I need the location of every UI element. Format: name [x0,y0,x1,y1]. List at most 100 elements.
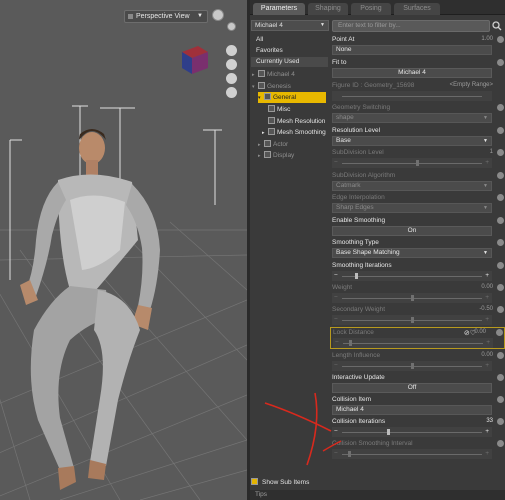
slider-track [342,276,482,277]
view-selector[interactable]: Perspective View ▼ [124,10,208,23]
slider-knob[interactable] [411,295,414,301]
collision-smoothing-interval-slider[interactable]: − + [332,449,492,459]
slider-track [342,163,482,164]
node-selector[interactable]: Michael 4 ▼ [251,20,329,31]
tree-node-actor[interactable]: ▸ Actor [258,139,288,150]
bottom-bar-label[interactable]: Tips [255,491,267,498]
gear-icon[interactable] [497,239,504,246]
lock-icon[interactable]: ⊘♡ [464,329,476,337]
prop-label: SubDivision Level [332,149,384,156]
gear-icon[interactable] [497,149,504,156]
viewport-menu-icon[interactable] [227,22,236,31]
slider-decrement[interactable]: − [335,338,339,348]
length-influence-slider[interactable]: − + [332,361,492,371]
orbit-icon[interactable] [226,45,237,56]
gear-icon[interactable] [497,306,504,313]
tab-surfaces[interactable]: Surfaces [394,3,440,15]
figure-id-slider[interactable] [332,91,492,101]
search-icon[interactable] [492,21,502,31]
slider-decrement[interactable]: − [334,449,338,459]
tree-node-display[interactable]: ▸ Display [258,150,294,161]
geometry-switching-select[interactable]: shape ▼ [332,113,492,123]
prop-value: 0.00 [481,352,493,358]
tree-category-favorites[interactable]: Favorites [251,46,328,56]
tree-category-all[interactable]: All [251,35,328,45]
tree-node-mesh-smoothing[interactable]: ▸ Mesh Smoothing [262,127,326,138]
slider-increment[interactable]: + [485,361,489,371]
gear-icon[interactable] [497,127,504,134]
prop-label: Interactive Update [332,374,385,381]
tab-parameters[interactable]: Parameters [253,3,305,15]
gear-icon[interactable] [497,194,504,201]
interactive-update-toggle[interactable]: Off [332,383,492,393]
gear-icon[interactable] [497,59,504,66]
gear-icon[interactable] [497,172,504,179]
slider-increment[interactable]: + [485,427,489,437]
viewport-options-icon[interactable] [212,9,224,21]
edge-interpolation-select[interactable]: Sharp Edges ▼ [332,203,492,213]
slider-knob[interactable] [411,317,414,323]
3d-viewport[interactable]: Perspective View ▼ [0,0,247,500]
tree-category-currently-used[interactable]: Currently Used [251,57,328,67]
fit-to-button[interactable]: Michael 4 [332,68,492,78]
tree-node-general[interactable]: ▾ General [258,92,326,103]
slider-decrement[interactable]: − [334,158,338,168]
smoothing-type-select[interactable]: Base Shape Matching ▼ [332,248,492,258]
property-list: Point At 1.00 None Fit to Michael 4 Figu… [330,33,505,500]
gear-icon[interactable] [497,440,504,447]
slider-knob[interactable] [348,451,351,457]
gear-icon[interactable] [497,217,504,224]
collision-item-select[interactable]: Michael 4 [332,405,492,415]
pan-icon[interactable] [226,59,237,70]
slider-decrement[interactable]: − [334,427,338,437]
slider-knob[interactable] [387,429,391,435]
slider-increment[interactable]: + [485,315,489,325]
slider-knob[interactable] [349,340,352,346]
weight-slider[interactable]: − + [332,293,492,303]
secondary-weight-slider[interactable]: − + [332,315,492,325]
smoothing-iterations-slider[interactable]: − + [332,271,492,281]
gear-icon[interactable] [497,418,504,425]
select-value: Michael 4 [336,406,364,413]
slider-knob[interactable] [411,363,414,369]
subdivision-level-slider[interactable]: − + [332,158,492,168]
tab-shaping[interactable]: Shaping [308,3,348,15]
tree-node-genesis[interactable]: ▾ Genesis [252,81,291,92]
gear-icon[interactable] [497,352,504,359]
slider-increment[interactable]: + [485,449,489,459]
resolution-level-select[interactable]: Base ▼ [332,136,492,146]
tree-node-michael4[interactable]: ▸ Michael 4 [252,69,295,80]
tree-node-mesh-resolution[interactable]: Mesh Resolution [268,116,325,127]
view-cube-icon[interactable] [178,42,212,76]
slider-track [343,343,483,344]
tab-posing[interactable]: Posing [351,3,391,15]
gear-icon[interactable] [496,329,503,336]
slider-decrement[interactable]: − [334,361,338,371]
slider-decrement[interactable]: − [334,271,338,281]
tree-node-label: Mesh Smoothing [277,129,326,136]
gear-icon[interactable] [497,374,504,381]
collision-iterations-slider[interactable]: − + [332,427,492,437]
zoom-icon[interactable] [226,73,237,84]
point-at-select[interactable]: None [332,45,492,55]
slider-increment[interactable]: + [485,293,489,303]
gear-icon[interactable] [497,262,504,269]
subdivision-algorithm-select[interactable]: Catmark ▼ [332,181,492,191]
lock-distance-slider[interactable]: − + [333,338,493,348]
slider-knob[interactable] [416,160,419,166]
gear-icon[interactable] [497,396,504,403]
gear-icon[interactable] [497,284,504,291]
slider-increment[interactable]: + [485,158,489,168]
gear-icon[interactable] [497,104,504,111]
filter-input[interactable]: Enter text to filter by... [332,20,490,32]
slider-increment[interactable]: + [486,338,490,348]
rotate-icon[interactable] [226,87,237,98]
gear-icon[interactable] [497,36,504,43]
enable-smoothing-toggle[interactable]: On [332,226,492,236]
slider-knob[interactable] [355,273,358,279]
slider-increment[interactable]: + [485,271,489,281]
slider-decrement[interactable]: − [334,293,338,303]
show-sub-items-toggle[interactable]: Show Sub Items [251,478,309,488]
slider-decrement[interactable]: − [334,315,338,325]
tree-node-misc[interactable]: Misc [268,104,290,115]
